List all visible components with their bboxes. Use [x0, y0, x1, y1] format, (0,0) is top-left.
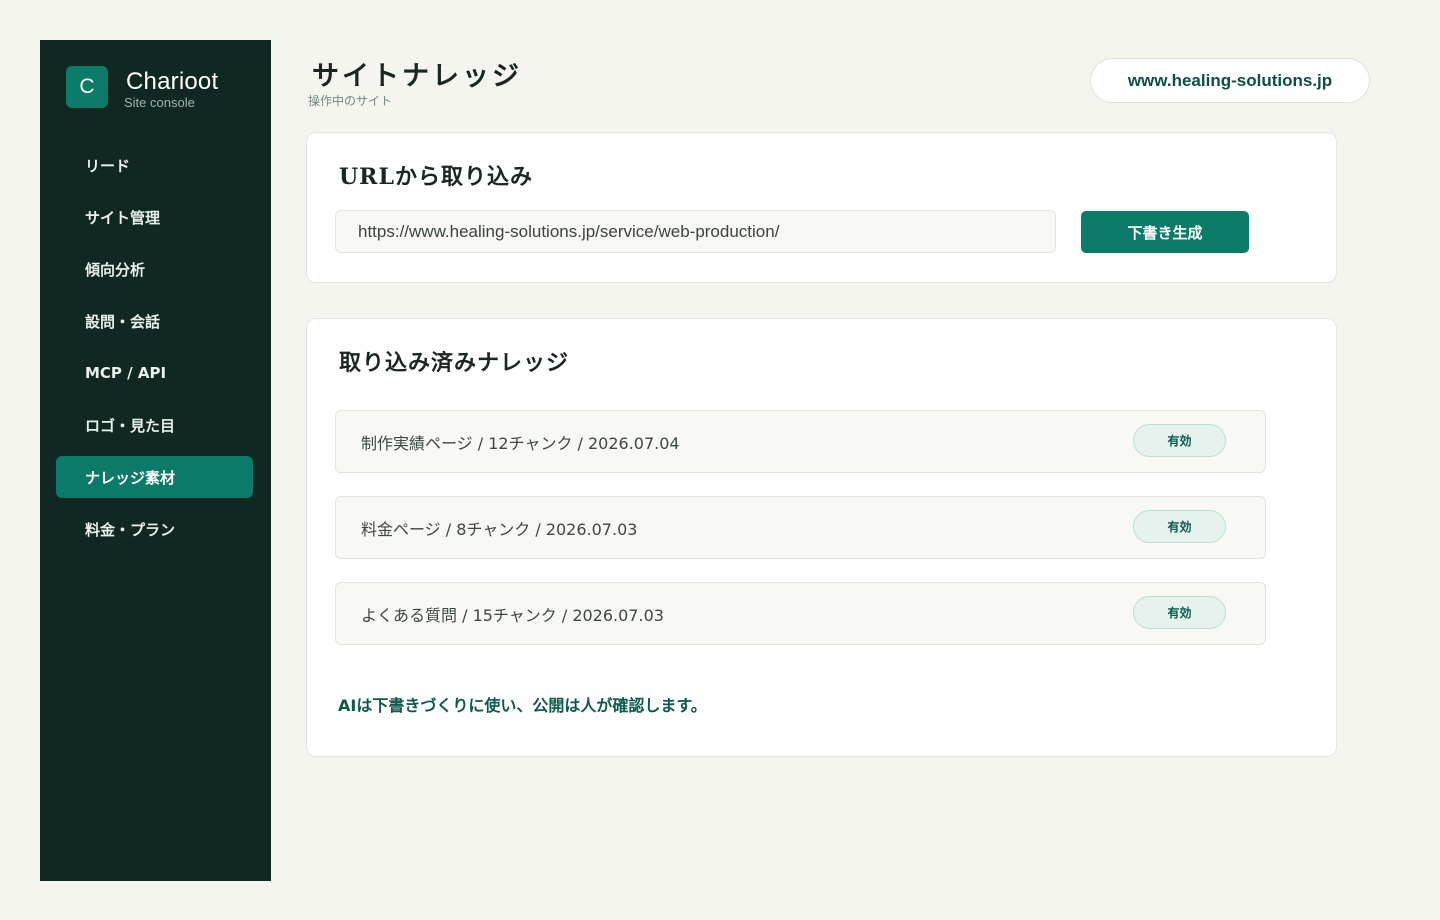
status-badge: 有効: [1133, 510, 1226, 543]
sidebar-nav: リード サイト管理 傾向分析 設問・会話 MCP / API ロゴ・見た目 ナレ…: [56, 144, 253, 560]
sidebar-item-logo-appearance[interactable]: ロゴ・見た目: [56, 404, 253, 446]
sidebar-item-knowledge-materials[interactable]: ナレッジ素材: [56, 456, 253, 498]
knowledge-row[interactable]: 料金ページ / 8チャンク / 2026.07.03 有効: [335, 496, 1266, 559]
status-badge: 有効: [1133, 596, 1226, 629]
knowledge-row[interactable]: 制作実績ページ / 12チャンク / 2026.07.04 有効: [335, 410, 1266, 473]
sidebar-item-questions-conversation[interactable]: 設問・会話: [56, 300, 253, 342]
brand: C Charioot Site console: [66, 66, 218, 111]
sidebar-item-trend-analysis[interactable]: 傾向分析: [56, 248, 253, 290]
brand-logo: C: [66, 66, 108, 108]
imported-knowledge-card: 取り込み済みナレッジ 制作実績ページ / 12チャンク / 2026.07.04…: [306, 318, 1337, 757]
generate-draft-button[interactable]: 下書き生成: [1081, 211, 1249, 253]
knowledge-row-text: よくある質問 / 15チャンク / 2026.07.03: [361, 606, 664, 625]
sidebar-item-leads[interactable]: リード: [56, 144, 253, 186]
brand-text: Charioot Site console: [124, 68, 219, 111]
brand-name: Charioot: [126, 68, 219, 95]
sidebar-item-site-management[interactable]: サイト管理: [56, 196, 253, 238]
page-subtitle: 操作中のサイト: [308, 94, 393, 108]
current-site-selector[interactable]: www.healing-solutions.jp: [1090, 58, 1370, 103]
status-badge: 有効: [1133, 424, 1226, 457]
ai-usage-note: AIは下書きづくりに使い、公開は人が確認します。: [338, 696, 707, 715]
sidebar: C Charioot Site console リード サイト管理 傾向分析 設…: [40, 40, 271, 881]
knowledge-row[interactable]: よくある質問 / 15チャンク / 2026.07.03 有効: [335, 582, 1266, 645]
knowledge-row-text: 制作実績ページ / 12チャンク / 2026.07.04: [361, 434, 680, 453]
imported-knowledge-title: 取り込み済みナレッジ: [339, 350, 570, 376]
url-import-title: URLから取り込み: [339, 164, 533, 190]
url-input[interactable]: [335, 210, 1056, 253]
brand-subtitle: Site console: [124, 95, 195, 110]
sidebar-item-mcp-api[interactable]: MCP / API: [56, 352, 253, 394]
url-import-card: URLから取り込み 下書き生成: [306, 132, 1337, 283]
knowledge-row-text: 料金ページ / 8チャンク / 2026.07.03: [361, 520, 638, 539]
page-title: サイトナレッジ: [312, 61, 522, 92]
sidebar-item-pricing-plan[interactable]: 料金・プラン: [56, 508, 253, 550]
